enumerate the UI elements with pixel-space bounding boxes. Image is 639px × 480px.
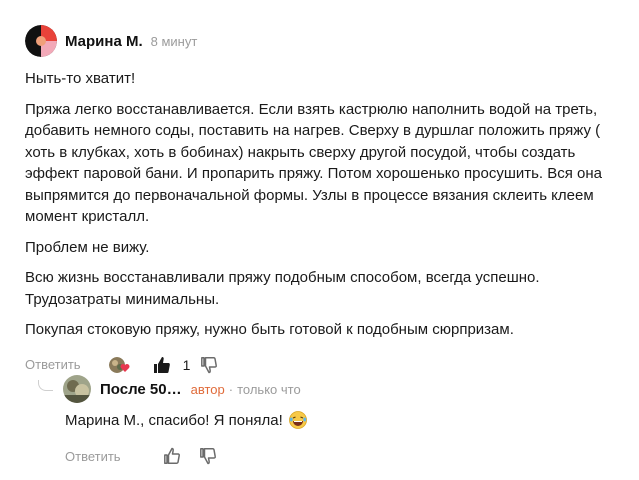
reply-time: только что [237, 381, 301, 397]
reply-header: После 50… автор · только что [63, 375, 301, 403]
laughing-emoji-icon [288, 411, 307, 429]
author-avatar-icon[interactable] [25, 25, 57, 57]
like-count: 1 [182, 356, 191, 373]
comment-paragraph: Проблем не вижу. [25, 238, 150, 256]
reply-text: Марина М., спасибо! Я поняла! [65, 411, 283, 429]
heart-icon [120, 363, 130, 372]
reactions[interactable] [108, 355, 131, 375]
author-badge: автор [190, 381, 225, 397]
comment-body: Ныть-то хватит! Пряжа легко восстанавлив… [25, 68, 625, 341]
comment-paragraph: Покупая стоковую пряжу, нужно быть готов… [25, 321, 514, 338]
reply-text-row: Марина М., спасибо! Я поняла! [65, 411, 307, 429]
reply-button[interactable]: Ответить [25, 357, 81, 372]
like-button[interactable] [153, 356, 171, 374]
like-button[interactable] [163, 447, 181, 465]
thumbs-down-icon [201, 356, 218, 373]
like-group: 1 [153, 356, 219, 374]
comment-time: 8 минут [150, 33, 198, 49]
thumbs-up-icon [163, 447, 180, 464]
comment-header: Марина М. 8 минут [25, 24, 625, 58]
dislike-button[interactable] [199, 447, 217, 465]
reply-author-name[interactable]: После 50… [100, 381, 182, 398]
thumbs-up-icon [153, 356, 170, 373]
comment-paragraph: Пряжа легко восстанавливается. Если взят… [25, 100, 603, 226]
reply-button[interactable]: Ответить [65, 449, 121, 464]
author-name[interactable]: Марина М. [65, 33, 143, 50]
reply-author-avatar[interactable] [63, 375, 91, 403]
comment-paragraph: Всю жизнь восстанавливали пряжу подобным… [25, 269, 540, 308]
separator: · [228, 381, 234, 397]
thumbs-down-icon [199, 448, 216, 465]
comment-actions: Ответить 1 [25, 355, 625, 375]
thread-line [38, 380, 53, 391]
comment-paragraph: Ныть-то хватит! [25, 70, 136, 87]
reply-actions: Ответить [65, 447, 217, 465]
like-group [163, 447, 217, 465]
comment: Марина М. 8 минут Ныть-то хватит! Пряжа … [25, 24, 625, 375]
dislike-button[interactable] [200, 356, 218, 374]
